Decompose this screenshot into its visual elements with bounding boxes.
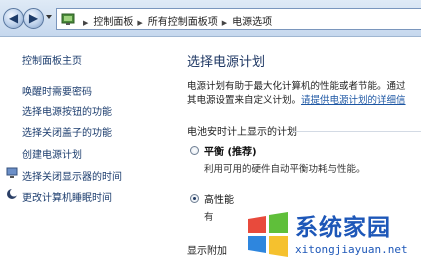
balanced-plan-label[interactable]: 平衡 (推荐) [204,143,257,158]
section-divider [292,131,421,132]
forward-arrow-icon[interactable]: ▶ [23,8,44,29]
address-bar-region: ◀ ▶ ▶ 控制面板 ▶ 所有控制面板项 ▶ 电源选项 [0,0,421,37]
breadcrumb-separator[interactable]: ▶ [83,19,88,27]
watermark-url: xitongjiayuan.net [295,243,408,256]
left-task-pane: 控制面板主页 唤醒时需要密码 选择电源按钮的功能 选择关闭盖子的功能 创建电源计… [0,38,180,262]
address-bar[interactable]: ▶ 控制面板 ▶ 所有控制面板项 ▶ 电源选项 [56,8,421,30]
monitor-icon [6,167,18,178]
high-performance-plan-description: 有 [204,212,214,223]
section-header: 电池安时计上显示的计划 [187,127,297,138]
control-panel-home-link[interactable]: 控制面板主页 [22,52,82,67]
high-performance-plan-radio[interactable] [190,194,199,203]
moon-sleep-icon [7,188,18,199]
description-line-1: 电源计划有助于最大化计算机的性能或者节能。通过 [187,81,406,92]
high-performance-plan-label[interactable]: 高性能 [204,191,234,206]
breadcrumb: ▶ 控制面板 ▶ 所有控制面板项 ▶ 电源选项 [79,13,272,28]
power-button-action-link[interactable]: 选择电源按钮的功能 [22,103,112,118]
balanced-plan-radio[interactable] [190,146,199,155]
description-line-2: 其电源设置来自定义计划。请提供电源计划的详细信 [187,94,421,108]
recent-pages-dropdown-icon[interactable] [46,15,52,19]
page-title: 选择电源计划 [187,55,266,70]
windows-logo-icon [248,212,288,257]
breadcrumb-all-items[interactable]: 所有控制面板项 [148,17,218,28]
watermark: 系统家园 xitongjiayuan.net [245,205,421,262]
create-power-plan-link[interactable]: 创建电源计划 [22,146,82,161]
breadcrumb-control-panel[interactable]: 控制面板 [93,17,133,28]
sleep-time-link[interactable]: 更改计算机睡眠时间 [22,189,112,204]
power-plan-details-link[interactable]: 请提供电源计划的详细信 [301,95,406,106]
description-prefix: 其电源设置来自定义计划。 [187,95,302,106]
breadcrumb-power-options[interactable]: 电源选项 [232,17,272,28]
lid-close-action-link[interactable]: 选择关闭盖子的功能 [22,124,112,139]
breadcrumb-separator[interactable]: ▶ [222,19,227,27]
breadcrumb-separator[interactable]: ▶ [137,19,142,27]
balanced-plan-description: 利用可用的硬件自动平衡功耗与性能。 [204,164,366,175]
back-arrow-icon[interactable]: ◀ [3,8,24,29]
control-panel-icon [61,13,75,25]
require-password-link[interactable]: 唤醒时需要密码 [22,83,92,98]
page-description: 电源计划有助于最大化计算机的性能或者节能。通过 其电源设置来自定义计划。请提供电… [187,80,421,108]
show-additional-plans-toggle[interactable]: 显示附加 [187,242,227,257]
display-off-time-link[interactable]: 选择关闭显示器的时间 [22,168,122,183]
watermark-title: 系统家园 [295,215,391,241]
